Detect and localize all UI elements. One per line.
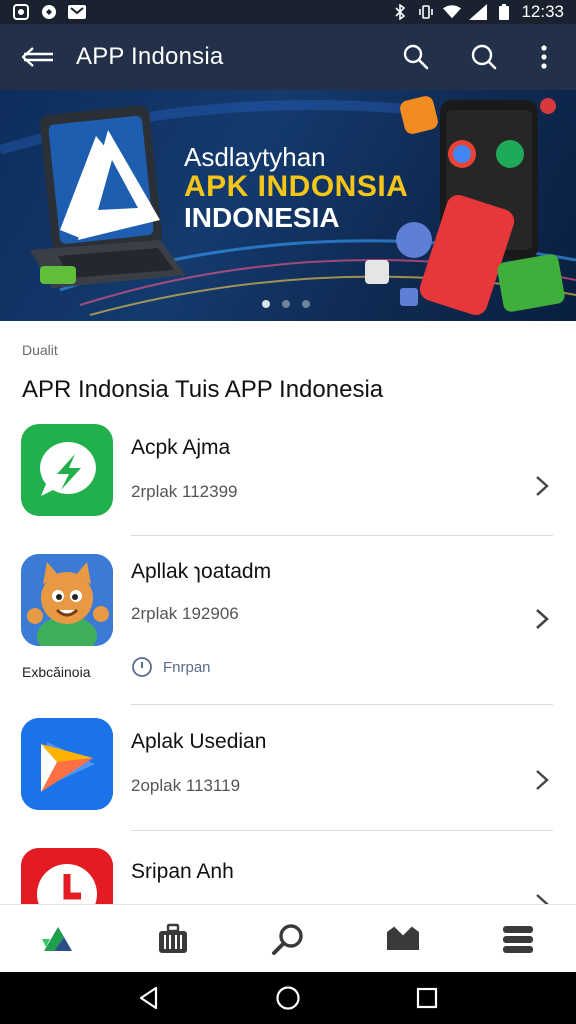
item-subtitle: 2rplak 112399 (131, 482, 238, 501)
sync-icon (40, 4, 58, 20)
bluetooth-icon (391, 4, 409, 20)
search-icon (403, 44, 429, 70)
back-arrow-icon (21, 47, 53, 67)
bottom-navigation (0, 904, 576, 972)
cartoon-cat-icon (21, 554, 113, 646)
list-item[interactable]: Acpk Ajma 2rplak 112399 (0, 424, 576, 534)
info-icon (132, 657, 152, 677)
nav-messages-button[interactable] (378, 914, 428, 964)
mail-icon (68, 4, 86, 20)
mail-open-icon (387, 924, 420, 950)
banner-line-3: INDONESIA (184, 202, 340, 233)
wifi-icon (443, 4, 462, 20)
section-title: APR Indonsia Tuis APP Indonesia (22, 376, 384, 403)
system-home-button[interactable] (268, 978, 308, 1018)
system-back-button[interactable] (129, 978, 169, 1018)
chevron-right-icon (530, 474, 554, 498)
clock-icon (21, 848, 113, 904)
search-icon (271, 923, 303, 955)
triangle-back-icon (140, 986, 158, 1010)
chevron-right-icon (530, 607, 554, 631)
promo-banner[interactable]: Asdlaytyhan APK INDONSIA INDONESIA (0, 90, 576, 321)
nav-library-button[interactable] (148, 914, 198, 964)
back-button[interactable] (20, 39, 56, 75)
meta-row[interactable]: Fnrpan (131, 656, 211, 678)
app-icon (21, 718, 113, 810)
chat-bolt-icon (40, 441, 96, 496)
overflow-menu-button[interactable] (524, 37, 564, 77)
carousel-dot[interactable] (262, 300, 270, 308)
chevron-right-icon (530, 768, 554, 792)
list-item[interactable]: Apllak ɿoatadm 2rplak 192906 Exbcăinoia … (0, 552, 576, 702)
vibrate-icon (417, 4, 435, 20)
list-item[interactable]: Aplak Usedian 2oplak 113119 (0, 718, 576, 830)
circle-home-icon (276, 986, 300, 1010)
status-bar: 12:33 (0, 0, 576, 24)
carousel-dot[interactable] (302, 300, 310, 308)
divider (131, 704, 553, 705)
app-bar: APP Indonsia (0, 24, 576, 90)
banner-line-2: APK INDONSIA (184, 170, 409, 203)
divider (131, 830, 553, 831)
carousel-dot[interactable] (282, 300, 290, 308)
notification-icon (12, 4, 30, 20)
item-name: Aplak Usedian (131, 730, 267, 753)
section-label: Dualit (22, 342, 58, 358)
laptop-image (30, 105, 186, 288)
item-name: Apllak ɿoatadm (131, 560, 272, 583)
system-navigation (0, 972, 576, 1024)
signal-icon (469, 4, 488, 20)
carousel-indicator (262, 300, 310, 308)
item-subtitle: 2rplak 192906 (131, 604, 239, 623)
nav-search-button[interactable] (263, 914, 313, 964)
app-icon (21, 424, 113, 516)
app-caption: Exbcăinoia (22, 664, 91, 680)
app-icon (21, 848, 113, 904)
status-time: 12:33 (521, 2, 564, 21)
briefcase-icon (158, 923, 187, 953)
chevron-right-icon (530, 892, 554, 904)
banner-line-1: Asdlaytyhan (184, 142, 326, 172)
menu-icon (503, 925, 534, 953)
item-name: Sripan Anh (131, 860, 234, 883)
meta-text: Fnrpan (163, 658, 211, 676)
search-icon (471, 44, 497, 70)
more-vert-icon (541, 45, 547, 69)
list-item[interactable]: Sripan Anh (0, 848, 576, 904)
nav-menu-button[interactable] (493, 914, 543, 964)
screen: 12:33 APP Indonsia Asdlaytyhan APK INDON… (0, 0, 576, 1024)
nav-home-button[interactable] (33, 914, 83, 964)
search-button[interactable] (396, 37, 436, 77)
app-title: APP Indonsia (76, 43, 224, 70)
item-name: Acpk Ajma (131, 436, 231, 459)
phone-image (365, 96, 565, 316)
search-button-2[interactable] (464, 37, 504, 77)
battery-icon (495, 4, 513, 20)
app-icon (21, 554, 113, 646)
home-icon (41, 926, 72, 951)
item-subtitle: 2oplak 113119 (131, 776, 241, 795)
square-recents-icon (416, 987, 437, 1009)
system-recents-button[interactable] (407, 978, 447, 1018)
play-arrow-icon (21, 718, 113, 810)
divider (131, 535, 553, 536)
